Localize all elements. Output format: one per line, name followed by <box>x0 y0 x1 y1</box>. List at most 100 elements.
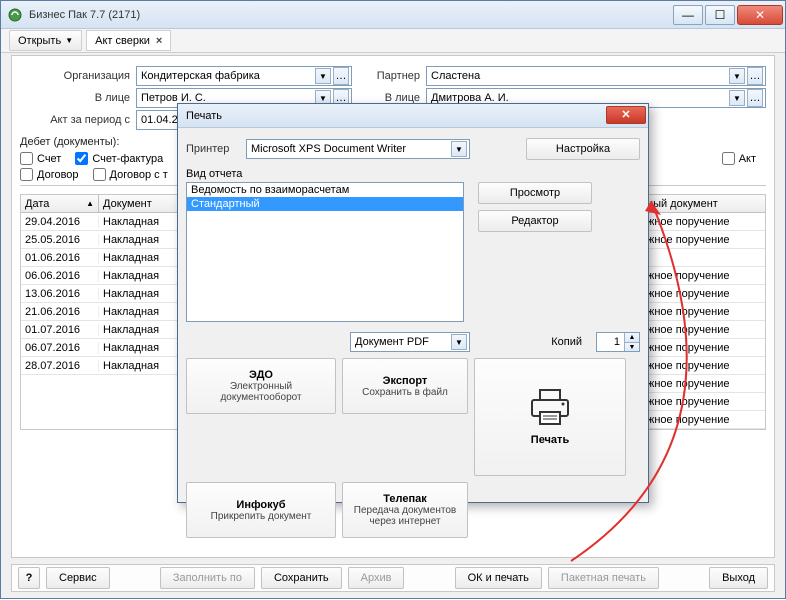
chk-schet[interactable]: Счет <box>20 152 61 165</box>
dialog-titlebar: Печать ✕ <box>178 104 648 128</box>
col-right[interactable]: ный документ <box>643 195 765 212</box>
partner-value: Сластена <box>431 70 480 82</box>
setup-button[interactable]: Настройка <box>526 138 640 160</box>
archive-button[interactable]: Архив <box>348 567 405 589</box>
face1-label: В лице <box>20 92 130 104</box>
col-date[interactable]: Дата▲ <box>21 195 99 212</box>
printer-label: Принтер <box>186 143 240 155</box>
window-title: Бизнес Пак 7.7 (2171) <box>29 9 671 21</box>
printer-value: Microsoft XPS Document Writer <box>251 143 406 155</box>
table-row[interactable]: жное поручение <box>643 375 765 393</box>
chk-label: Счет-фактура <box>92 153 163 165</box>
close-icon[interactable]: × <box>156 35 162 47</box>
dialog-close-button[interactable]: ✕ <box>606 106 646 124</box>
print-button[interactable]: Печать <box>474 358 626 476</box>
table-row[interactable]: жное поручение <box>643 393 765 411</box>
org-combo[interactable]: Кондитерская фабрика ▼ … <box>136 66 352 86</box>
table-row[interactable]: 29.04.2016Накладная <box>21 213 197 231</box>
telepak-button[interactable]: Телепак Передача документов через интерн… <box>342 482 468 538</box>
chk-sf[interactable]: Счет-фактура <box>75 152 163 165</box>
print-dialog: Печать ✕ Принтер Microsoft XPS Document … <box>177 103 649 503</box>
edo-button[interactable]: ЭДО Электронный документооборот <box>186 358 336 414</box>
copies-value: 1 <box>601 336 624 348</box>
chk-label: Счет <box>37 153 61 165</box>
table-row[interactable]: 13.06.2016Накладная <box>21 285 197 303</box>
table-row[interactable]: 28.07.2016Накладная <box>21 357 197 375</box>
open-button-label: Открыть <box>18 35 61 47</box>
table-row[interactable]: жное поручение <box>643 411 765 429</box>
chevron-down-icon[interactable]: ▼ <box>451 334 467 350</box>
footer-bar: ? Сервис Заполнить по Сохранить Архив ОК… <box>11 564 775 592</box>
table-row[interactable]: 21.06.2016Накладная <box>21 303 197 321</box>
fill-button[interactable]: Заполнить по <box>160 567 255 589</box>
ellipsis-button[interactable]: … <box>747 89 763 107</box>
tab-label: Акт сверки <box>95 35 150 47</box>
left-table: Дата▲ Документ 29.04.2016Накладная25.05.… <box>20 194 198 430</box>
chevron-down-icon[interactable]: ▼ <box>729 68 745 84</box>
maximize-button[interactable]: ☐ <box>705 5 735 25</box>
exit-button[interactable]: Выход <box>709 567 768 589</box>
toolbar: Открыть▼ Акт сверки × <box>1 29 785 53</box>
app-icon <box>7 7 23 23</box>
table-row[interactable]: жное поручение <box>643 285 765 303</box>
btn-title: ЭДО <box>249 369 273 381</box>
right-table: ный документ жное поручениежное поручени… <box>642 194 766 430</box>
service-button[interactable]: Сервис <box>46 567 110 589</box>
table-row[interactable]: жное поручение <box>643 267 765 285</box>
spinner-down[interactable]: ▼ <box>625 342 639 351</box>
btn-title: Инфокуб <box>236 499 285 511</box>
minimize-button[interactable]: — <box>673 5 703 25</box>
btn-sub: Передача документов через интернет <box>347 505 463 527</box>
org-label: Организация <box>20 70 130 82</box>
copies-input[interactable]: 1 ▲ ▼ <box>596 332 640 352</box>
partner-combo[interactable]: Сластена ▼ … <box>426 66 766 86</box>
list-item-selected[interactable]: Стандартный <box>187 197 463 211</box>
export-button[interactable]: Экспорт Сохранить в файл <box>342 358 468 414</box>
ok-print-button[interactable]: ОК и печать <box>455 567 542 589</box>
table-row[interactable]: 25.05.2016Накладная <box>21 231 197 249</box>
period-label: Акт за период с <box>20 114 130 126</box>
chevron-down-icon[interactable]: ▼ <box>315 68 331 84</box>
report-listbox[interactable]: Ведомость по взаиморасчетам Стандартный <box>186 182 464 322</box>
table-row[interactable]: жное поручение <box>643 231 765 249</box>
table-row[interactable]: жное поручение <box>643 357 765 375</box>
docpdf-combo[interactable]: Документ PDF ▼ <box>350 332 470 352</box>
ellipsis-button[interactable]: … <box>333 67 349 85</box>
tab-akt-sverki[interactable]: Акт сверки × <box>86 30 171 51</box>
printer-icon <box>526 388 574 428</box>
table-row[interactable] <box>643 249 765 267</box>
table-row[interactable]: жное поручение <box>643 339 765 357</box>
table-row[interactable]: жное поручение <box>643 213 765 231</box>
sort-up-icon: ▲ <box>86 199 94 208</box>
infokub-button[interactable]: Инфокуб Прикрепить документ <box>186 482 336 538</box>
table-row[interactable]: жное поручение <box>643 321 765 339</box>
chevron-down-icon[interactable]: ▼ <box>451 141 467 157</box>
preview-button[interactable]: Просмотр <box>478 182 592 204</box>
copies-label: Копий <box>551 336 582 348</box>
btn-title: Печать <box>531 434 569 446</box>
chk-label: Договор <box>37 169 79 181</box>
editor-button[interactable]: Редактор <box>478 210 592 232</box>
table-row[interactable]: 06.06.2016Накладная <box>21 267 197 285</box>
printer-combo[interactable]: Microsoft XPS Document Writer ▼ <box>246 139 470 159</box>
spinner-up[interactable]: ▲ <box>625 333 639 342</box>
report-label: Вид отчета <box>186 168 640 180</box>
table-row[interactable]: 06.07.2016Накладная <box>21 339 197 357</box>
ellipsis-button[interactable]: … <box>747 67 763 85</box>
table-row[interactable]: 01.06.2016Накладная <box>21 249 197 267</box>
table-row[interactable]: жное поручение <box>643 303 765 321</box>
batch-print-button[interactable]: Пакетная печать <box>548 567 659 589</box>
chk-dogovor-t[interactable]: Договор с т <box>93 168 168 181</box>
btn-sub: Электронный документооборот <box>191 381 331 403</box>
save-button[interactable]: Сохранить <box>261 567 342 589</box>
chk-label: Акт <box>739 153 756 165</box>
chevron-down-icon[interactable]: ▼ <box>729 90 745 106</box>
dialog-title: Печать <box>186 110 606 122</box>
chk-akt[interactable]: Акт <box>722 152 756 165</box>
chk-dogovor[interactable]: Договор <box>20 168 79 181</box>
table-row[interactable]: 01.07.2016Накладная <box>21 321 197 339</box>
list-item[interactable]: Ведомость по взаиморасчетам <box>187 183 463 197</box>
open-button[interactable]: Открыть▼ <box>9 30 82 51</box>
close-button[interactable]: ✕ <box>737 5 783 25</box>
help-button[interactable]: ? <box>18 567 40 589</box>
